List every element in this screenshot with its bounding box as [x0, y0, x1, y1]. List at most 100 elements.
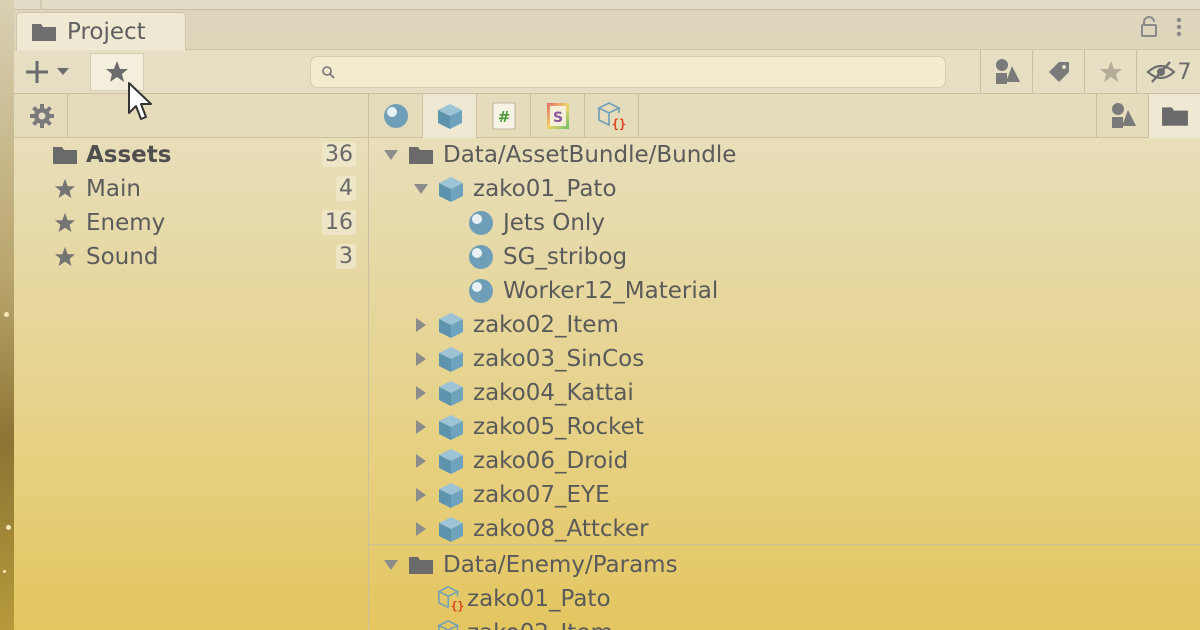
tree-item-label: zako06_Droid	[473, 448, 629, 474]
chevron-right-icon[interactable]	[411, 485, 431, 505]
group-row[interactable]: Data/AssetBundle/Bundle	[369, 138, 1200, 172]
tab-project[interactable]: Project	[16, 12, 186, 51]
tree-item[interactable]: zako06_Droid	[369, 444, 1200, 478]
star-icon	[52, 246, 78, 268]
favorite-label: Sound	[86, 244, 159, 270]
material-icon	[383, 104, 408, 128]
scriptable-object-icon: {}	[437, 585, 465, 613]
tree-child-item[interactable]: Worker12_Material	[369, 274, 1200, 308]
tree-item-label: zako01_Pato	[473, 176, 617, 202]
chevron-right-icon[interactable]	[411, 451, 431, 471]
favorite-label: Main	[86, 176, 141, 202]
chevron-down-icon[interactable]	[411, 179, 431, 199]
star-icon	[52, 212, 78, 234]
search-by-label-button[interactable]	[1032, 50, 1084, 94]
settings-button[interactable]	[16, 94, 68, 138]
star-icon	[106, 61, 128, 82]
chevron-right-icon[interactable]	[411, 349, 431, 369]
tab-actions	[1140, 16, 1182, 38]
eye-slash-icon	[1145, 61, 1176, 83]
material-icon	[467, 209, 495, 237]
favorite-sound[interactable]: Sound 3	[14, 240, 368, 274]
shapes-icon	[1111, 103, 1136, 128]
prefab-icon	[437, 447, 465, 475]
tree-item[interactable]: zako02_Item	[369, 308, 1200, 342]
tree-child-item[interactable]: SG_stribog	[369, 240, 1200, 274]
chevron-right-icon[interactable]	[411, 315, 431, 335]
tree-item[interactable]: {} zako02_Item	[369, 616, 1200, 630]
prefab-icon	[437, 104, 462, 129]
window-edge	[0, 0, 14, 630]
scriptable-object-icon: {}	[596, 102, 626, 131]
svg-text:{}: {}	[451, 600, 464, 613]
search-field[interactable]	[310, 56, 946, 88]
group-row[interactable]: Data/Enemy/Params	[369, 548, 1200, 582]
favorite-main[interactable]: Main 4	[14, 172, 368, 206]
filter-shader[interactable]: S	[531, 94, 585, 138]
plus-icon	[26, 61, 48, 83]
tab-project-label: Project	[67, 19, 146, 45]
tree-item[interactable]: zako03_SinCos	[369, 342, 1200, 376]
folder-icon	[32, 24, 56, 41]
filter-material[interactable]	[369, 94, 423, 138]
chevron-down-icon	[57, 68, 69, 75]
group-divider	[369, 544, 1200, 545]
chevron-down-icon[interactable]	[381, 555, 401, 575]
gear-icon	[29, 104, 54, 128]
tag-icon	[1048, 62, 1069, 82]
tree-item-label: zako07_EYE	[473, 482, 610, 508]
favorite-count: 16	[322, 210, 356, 235]
folder-icon	[52, 144, 78, 166]
create-button[interactable]	[24, 56, 84, 88]
prefab-icon	[437, 175, 465, 203]
tree-item-label: Jets Only	[503, 210, 605, 236]
tab-bar: Project	[14, 10, 1200, 51]
show-folders-button[interactable]	[1148, 94, 1200, 138]
filter-scriptable-object[interactable]: {}	[585, 94, 639, 138]
favorite-label: Enemy	[86, 210, 166, 236]
hidden-packages-button[interactable]: 7	[1136, 50, 1200, 94]
tree-item-label: SG_stribog	[503, 244, 628, 270]
search-by-type-button[interactable]	[980, 50, 1032, 94]
tree-item[interactable]: zako04_Kattai	[369, 376, 1200, 410]
favorite-count: 4	[336, 176, 356, 201]
toolbar-filters: 7	[980, 50, 1200, 94]
show-types-button[interactable]	[1096, 94, 1148, 138]
favorite-enemy[interactable]: Enemy 16	[14, 206, 368, 240]
filter-script[interactable]: #	[477, 94, 531, 138]
filter-prefab[interactable]	[423, 94, 477, 138]
favorites-list: Assets 36 Main 4 Enemy 16 Sound 3	[14, 138, 368, 274]
lock-icon[interactable]	[1140, 16, 1158, 38]
tree-item[interactable]: {} zako01_Pato	[369, 582, 1200, 616]
chevron-right-icon[interactable]	[411, 417, 431, 437]
tree-item-label: zako03_SinCos	[473, 346, 645, 372]
save-search-button[interactable]	[1084, 50, 1136, 94]
folder-icon	[1161, 107, 1188, 126]
prefab-icon	[437, 413, 465, 441]
tree-item[interactable]: zako01_Pato	[369, 172, 1200, 206]
folder-icon	[407, 551, 435, 579]
favorite-count: 36	[322, 142, 356, 167]
star-icon	[1099, 61, 1122, 82]
chevron-right-icon[interactable]	[411, 383, 431, 403]
tree-item[interactable]: zako08_Attcker	[369, 512, 1200, 546]
search-input[interactable]	[343, 62, 933, 82]
tree-item[interactable]: zako07_EYE	[369, 478, 1200, 512]
tree-item-label: zako08_Attcker	[473, 516, 649, 542]
favorites-header	[14, 94, 368, 138]
tree-item-label: Worker12_Material	[503, 278, 719, 304]
favorite-count: 3	[336, 244, 356, 269]
kebab-menu-icon[interactable]	[1176, 16, 1182, 38]
type-filter-bar: # S {}	[369, 94, 1200, 138]
project-toolbar: 7	[14, 50, 1200, 94]
shapes-icon	[995, 59, 1020, 84]
chevron-right-icon[interactable]	[411, 519, 431, 539]
tree-child-item[interactable]: Jets Only	[369, 206, 1200, 240]
material-icon	[467, 243, 495, 271]
tree-item[interactable]: zako05_Rocket	[369, 410, 1200, 444]
prefab-icon	[437, 311, 465, 339]
mouse-cursor-icon	[128, 82, 152, 120]
chevron-down-icon[interactable]	[381, 145, 401, 165]
search-icon	[322, 66, 335, 79]
favorite-assets[interactable]: Assets 36	[14, 138, 368, 172]
